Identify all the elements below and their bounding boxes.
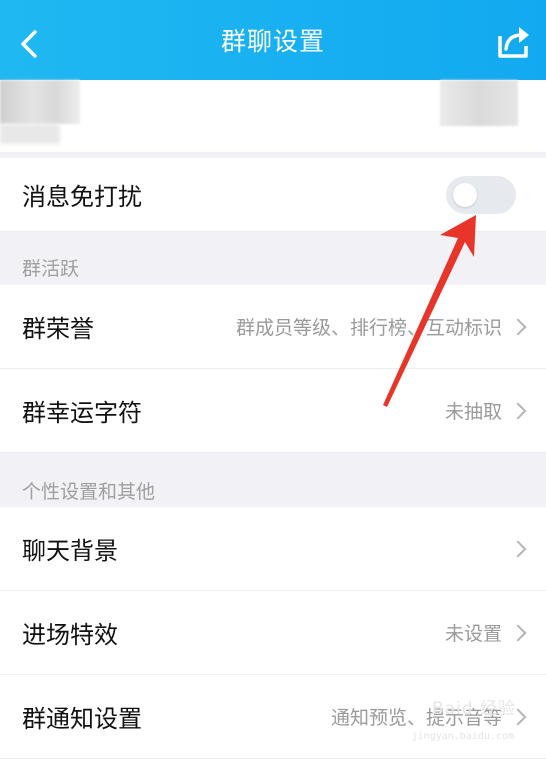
entrance-effect-label: 进场特效 bbox=[22, 621, 118, 649]
chevron-right-icon bbox=[509, 540, 527, 557]
group-name-blurred bbox=[0, 124, 60, 144]
watermark-url: jingyan.baidu.com bbox=[411, 731, 514, 742]
honor-value: 群成员等级、排行榜、互动标识 bbox=[235, 317, 502, 339]
group-info-row[interactable] bbox=[0, 80, 546, 152]
chevron-right-icon bbox=[509, 402, 527, 419]
honor-label: 群荣誉 bbox=[22, 315, 94, 343]
entrance-effect-value: 未设置 bbox=[444, 623, 502, 645]
lucky-char-row[interactable]: 群幸运字符 未抽取 bbox=[0, 369, 546, 453]
chevron-right-icon bbox=[509, 624, 527, 641]
toggle-knob bbox=[453, 182, 477, 207]
lucky-char-label: 群幸运字符 bbox=[22, 399, 142, 427]
share-button[interactable] bbox=[492, 22, 532, 62]
page-title: 群聊设置 bbox=[220, 27, 325, 56]
dnd-label: 消息免打扰 bbox=[22, 183, 142, 211]
section-title-activity: 群活跃 bbox=[22, 258, 80, 280]
section-title-personal: 个性设置和其他 bbox=[22, 481, 156, 503]
honor-row[interactable]: 群荣誉 群成员等级、排行榜、互动标识 bbox=[0, 285, 546, 369]
top-nav-bar: 群聊设置 bbox=[0, 0, 546, 80]
entrance-effect-row[interactable]: 进场特效 未设置 bbox=[0, 591, 546, 675]
group-avatar-blurred bbox=[0, 80, 80, 124]
watermark-logo: Baid 经验 bbox=[432, 699, 516, 719]
group-notify-label: 群通知设置 bbox=[22, 705, 142, 733]
group-members-blurred bbox=[440, 80, 518, 126]
share-icon bbox=[498, 27, 529, 58]
chevron-right-icon bbox=[509, 318, 527, 335]
dnd-toggle[interactable] bbox=[446, 175, 516, 214]
chat-background-row[interactable]: 聊天背景 bbox=[0, 507, 546, 591]
lucky-char-value: 未抽取 bbox=[444, 401, 502, 423]
dnd-row: 消息免打扰 bbox=[0, 152, 546, 232]
chat-background-label: 聊天背景 bbox=[22, 537, 118, 565]
